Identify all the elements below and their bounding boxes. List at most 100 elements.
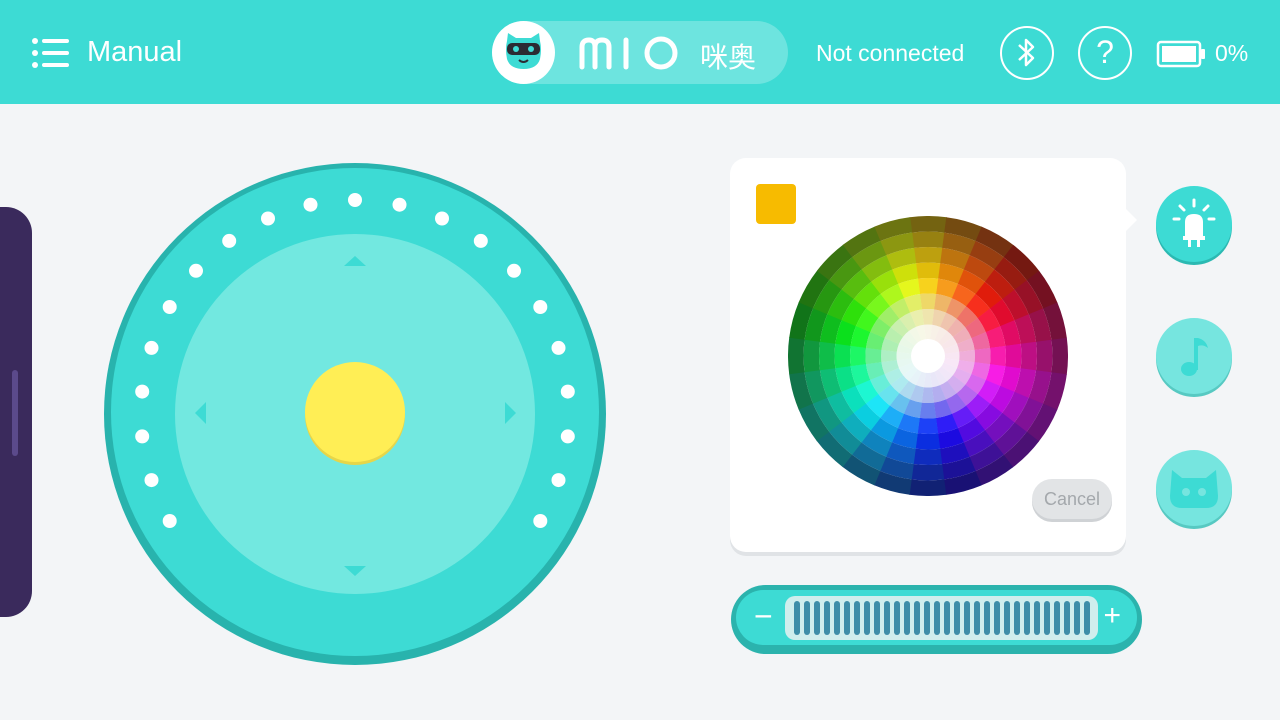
slider-rib <box>1054 601 1060 635</box>
slider-rib <box>944 601 950 635</box>
color-wheel-segment[interactable] <box>803 339 820 373</box>
slider-rib <box>864 601 870 635</box>
slider-rib <box>924 601 930 635</box>
color-wheel-segment[interactable] <box>1005 343 1022 369</box>
speed-slider[interactable]: − + <box>731 585 1142 654</box>
slider-rib <box>884 601 890 635</box>
slider-rib <box>1034 601 1040 635</box>
color-wheel-segment[interactable] <box>919 293 937 310</box>
slider-rib <box>984 601 990 635</box>
bluetooth-button[interactable] <box>1000 26 1054 80</box>
led-dot <box>507 263 521 278</box>
device-selector[interactable]: 咪奥 <box>492 21 788 84</box>
color-wheel-segment[interactable] <box>1020 341 1038 371</box>
color-wheel-segment[interactable] <box>915 262 941 279</box>
led-dot <box>189 263 203 278</box>
menu-list-icon[interactable] <box>32 38 70 68</box>
cancel-button[interactable]: Cancel <box>1032 479 1112 519</box>
bluetooth-icon <box>1018 38 1035 67</box>
help-button[interactable]: ? <box>1078 26 1132 80</box>
led-dot <box>261 211 275 226</box>
color-wheel-segment[interactable] <box>850 345 867 367</box>
color-wheel-segment[interactable] <box>909 216 947 233</box>
slider-rib <box>874 601 880 635</box>
slider-rib <box>1014 601 1020 635</box>
joystick-knob[interactable] <box>305 362 405 462</box>
mio-logo <box>579 36 678 70</box>
slider-track[interactable] <box>785 596 1098 640</box>
slider-rib <box>1044 601 1050 635</box>
led-dot <box>551 473 566 488</box>
led-dot <box>222 233 237 248</box>
color-wheel-segment[interactable] <box>788 337 805 375</box>
music-mode-button[interactable] <box>1156 318 1232 394</box>
led-dot <box>135 429 150 444</box>
led-dot <box>303 197 318 212</box>
slider-rib <box>974 601 980 635</box>
slider-rib <box>904 601 910 635</box>
color-wheel-segment[interactable] <box>818 341 836 371</box>
page-title: Manual <box>87 36 183 68</box>
led-dot <box>162 300 177 314</box>
slider-rib <box>934 601 940 635</box>
slider-rib <box>894 601 900 635</box>
led-dot <box>135 384 150 399</box>
color-wheel-segment[interactable] <box>917 417 939 434</box>
slider-body: − + <box>736 590 1137 645</box>
slider-rib <box>794 601 800 635</box>
led-dot <box>348 193 362 207</box>
led-dot <box>435 211 449 226</box>
color-wheel-segment[interactable] <box>834 343 851 369</box>
color-wheel-segment[interactable] <box>913 448 943 466</box>
slider-rib <box>814 601 820 635</box>
slider-rib <box>1004 601 1010 635</box>
music-note-icon <box>1181 338 1208 376</box>
color-wheel-segment[interactable] <box>989 345 1006 367</box>
battery-icon <box>1156 40 1205 68</box>
slider-rib <box>844 601 850 635</box>
led-dot <box>533 300 548 314</box>
led-dot <box>560 429 575 444</box>
color-picker-panel: Cancel <box>730 158 1137 552</box>
side-drawer[interactable] <box>0 207 32 617</box>
slider-rib <box>964 601 970 635</box>
mio-cat-face-icon <box>492 21 555 84</box>
slider-decrease-button[interactable]: − <box>754 600 773 632</box>
led-light-icon <box>1172 198 1216 247</box>
slider-rib <box>1024 601 1030 635</box>
slider-rib <box>954 601 960 635</box>
led-dot <box>162 514 177 528</box>
color-wheel-center[interactable] <box>911 339 945 373</box>
led-dot <box>560 384 575 399</box>
color-wheel-segment[interactable] <box>917 278 939 295</box>
color-wheel-segment[interactable] <box>865 347 882 365</box>
led-dot <box>473 233 488 248</box>
drawer-handle[interactable] <box>12 370 18 456</box>
led-dot <box>144 340 159 355</box>
led-dot <box>551 340 566 355</box>
slider-rib <box>854 601 860 635</box>
battery-percentage: 0% <box>1215 40 1249 66</box>
color-wheel-segment[interactable] <box>919 402 937 419</box>
slider-rib <box>914 601 920 635</box>
face-mode-button[interactable] <box>1156 450 1232 526</box>
top-bar: Manual 咪奥 Not connected ? 0% <box>0 0 1280 104</box>
color-wheel-segment[interactable] <box>913 246 943 264</box>
device-name: 咪奥 <box>700 41 757 74</box>
slider-rib <box>1074 601 1080 635</box>
color-wheel-segment[interactable] <box>1051 337 1068 375</box>
slider-rib <box>834 601 840 635</box>
color-wheel-segment[interactable] <box>909 479 947 496</box>
color-wheel-segment[interactable] <box>1036 339 1053 373</box>
slider-rib <box>1084 601 1090 635</box>
slider-increase-button[interactable]: + <box>1103 601 1121 631</box>
joystick[interactable] <box>102 162 608 665</box>
slider-rib <box>824 601 830 635</box>
color-wheel-segment[interactable] <box>915 433 941 450</box>
color-wheel[interactable] <box>788 216 1068 496</box>
led-dot <box>533 514 548 528</box>
color-wheel-segment[interactable] <box>911 464 945 481</box>
color-wheel-segment[interactable] <box>974 347 991 365</box>
led-mode-button[interactable] <box>1156 186 1232 262</box>
color-wheel-segment[interactable] <box>911 231 945 248</box>
